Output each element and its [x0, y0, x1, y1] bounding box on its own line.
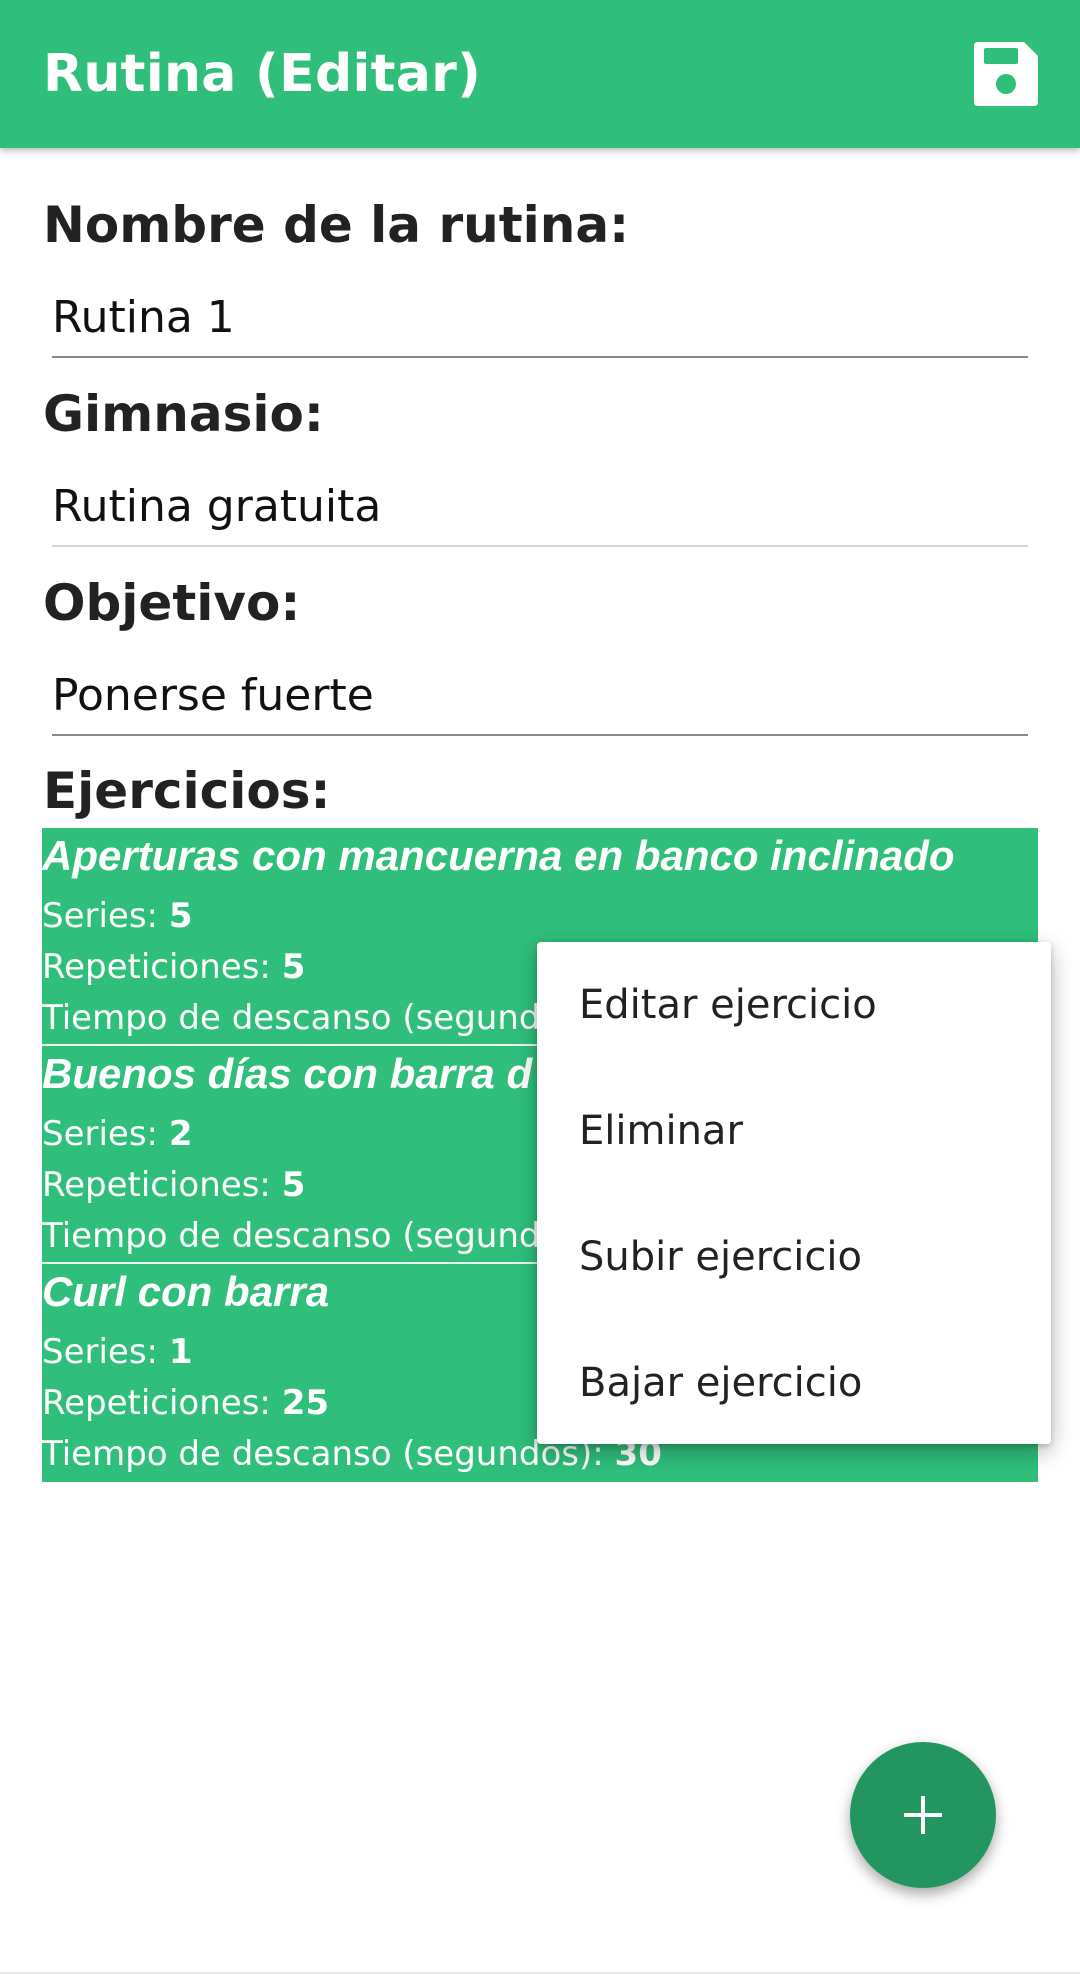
add-exercise-button[interactable]	[850, 1742, 996, 1888]
gym-field[interactable]	[52, 475, 1028, 547]
exercise-name: Buenos días con barra d	[42, 1050, 533, 1097]
rest-label: Tiempo de descanso (segundos):	[42, 998, 604, 1038]
routine-name-field[interactable]	[52, 286, 1028, 358]
series-value: 1	[168, 1332, 193, 1372]
app-bar: Rutina (Editar)	[0, 0, 1080, 148]
goal-field[interactable]	[52, 664, 1028, 736]
exercise-reps: Repeticiones: 5	[42, 1165, 305, 1205]
series-label: Series:	[42, 896, 169, 936]
floppy-disk-icon	[974, 42, 1038, 106]
reps-label: Repeticiones:	[42, 947, 282, 987]
menu-item-edit-exercise[interactable]: Editar ejercicio	[537, 942, 1051, 1068]
series-label: Series:	[42, 1332, 169, 1372]
reps-value: 25	[281, 1383, 330, 1423]
routine-name-label: Nombre de la rutina:	[43, 196, 630, 254]
gym-label: Gimnasio:	[43, 385, 324, 443]
series-value: 5	[168, 896, 193, 936]
reps-label: Repeticiones:	[42, 1165, 282, 1205]
series-label: Series:	[42, 1114, 169, 1154]
exercise-series: Series: 1	[42, 1332, 193, 1372]
menu-item-move-down[interactable]: Bajar ejercicio	[537, 1320, 1051, 1446]
exercise-rest: Tiempo de descanso (segundos):	[42, 1216, 604, 1256]
page-title: Rutina (Editar)	[43, 44, 482, 104]
exercise-name: Aperturas con mancuerna en banco inclina…	[42, 832, 955, 879]
reps-value: 5	[281, 947, 306, 987]
exercise-reps: Repeticiones: 25	[42, 1383, 329, 1423]
series-value: 2	[168, 1114, 193, 1154]
exercise-rest: Tiempo de descanso (segundos):	[42, 998, 604, 1038]
rest-label: Tiempo de descanso (segundos):	[42, 1216, 604, 1256]
reps-value: 5	[281, 1165, 306, 1205]
routine-edit-screen: Rutina (Editar) Nombre de la rutina: Gim…	[0, 0, 1080, 1974]
exercise-series: Series: 2	[42, 1114, 193, 1154]
reps-label: Repeticiones:	[42, 1383, 282, 1423]
exercise-name: Curl con barra	[42, 1268, 330, 1315]
menu-item-delete[interactable]: Eliminar	[537, 1068, 1051, 1194]
menu-item-move-up[interactable]: Subir ejercicio	[537, 1194, 1051, 1320]
exercise-reps: Repeticiones: 5	[42, 947, 305, 987]
exercise-series: Series: 5	[42, 896, 193, 936]
save-button[interactable]	[972, 40, 1040, 108]
goal-label: Objetivo:	[43, 574, 301, 632]
exercise-context-menu: Editar ejercicio Eliminar Subir ejercici…	[537, 942, 1051, 1444]
plus-icon	[904, 1796, 942, 1834]
exercises-label: Ejercicios:	[43, 762, 331, 820]
rest-label: Tiempo de descanso (segundos):	[42, 1434, 615, 1474]
